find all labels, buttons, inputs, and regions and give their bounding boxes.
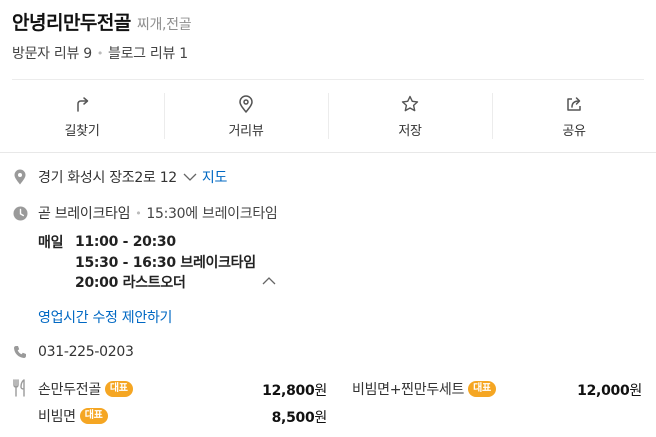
menu-item-name: 손만두전골 [38, 382, 101, 398]
share-icon [567, 96, 581, 111]
separator-dot: • [135, 206, 142, 220]
hours-day: 매일 [38, 235, 64, 251]
place-category: 찌개,전골 [136, 17, 192, 33]
price-value: 8,500 [271, 410, 315, 426]
hours-line-lastorder: 20:00 라스트오더 [38, 272, 256, 292]
save-label: 저장 [398, 123, 422, 139]
review-counts: 방문자 리뷰 9 • 블로그 리뷰 1 [12, 43, 188, 63]
hours-status-detail: 15:30에 브레이크타임 [146, 206, 278, 222]
phone-row: 031-225-0203 [12, 344, 134, 360]
signature-badge: 대표 [104, 381, 133, 397]
signature-badge: 대표 [79, 408, 108, 424]
visitor-review-link[interactable]: 방문자 리뷰 9 [12, 43, 92, 63]
hours-line-open: 매일 11:00 - 20:30 [38, 232, 256, 252]
clock-icon [12, 205, 28, 221]
menu-item-price: 12,800원 [262, 380, 327, 400]
menu-item-price: 8,500원 [271, 407, 328, 427]
directions-icon [77, 96, 89, 112]
star-icon [401, 95, 419, 111]
hours-break: 15:30 - 16:30 브레이크타임 [75, 255, 256, 271]
separator-dot: • [96, 46, 104, 60]
directions-button[interactable]: 길찾기 [0, 81, 164, 151]
menu-item[interactable]: 손만두전골 대표 [38, 379, 133, 399]
suggest-hours-edit-link[interactable]: 영업시간 수정 제안하기 [38, 307, 172, 327]
menu-item[interactable]: 비빔면+찐만두세트 대표 [352, 379, 496, 399]
menu-item-name: 비빔면+찐만두세트 [352, 382, 465, 398]
streetview-button[interactable]: 거리뷰 [164, 81, 328, 151]
blog-review-link[interactable]: 블로그 리뷰 1 [108, 43, 188, 63]
address-text: 경기 화성시 장조2로 12 [38, 170, 177, 186]
map-link[interactable]: 지도 [202, 167, 227, 187]
price-value: 12,800 [262, 383, 315, 399]
fork-knife-icon [13, 379, 25, 397]
hours-status: 곧 브레이크타임 [38, 206, 131, 222]
place-header: 안녕리만두전골 찌개,전골 [12, 8, 192, 35]
location-pin-icon [239, 94, 253, 113]
price-unit: 원 [629, 383, 642, 399]
save-button[interactable]: 저장 [328, 81, 492, 151]
menu-item-price: 12,000원 [577, 380, 642, 400]
place-name: 안녕리만두전골 [12, 12, 131, 34]
chevron-up-icon[interactable] [261, 275, 277, 287]
map-pin-icon [12, 169, 28, 185]
share-label: 공유 [562, 123, 586, 139]
hours-status-row: 곧 브레이크타임 • 15:30에 브레이크타임 [12, 203, 278, 223]
hours-last-order: 20:00 라스트오더 [75, 275, 186, 291]
phone-number[interactable]: 031-225-0203 [38, 344, 134, 360]
hours-open: 11:00 - 20:30 [75, 234, 176, 250]
menu-item[interactable]: 비빔면 대표 [38, 406, 108, 426]
hours-line-break: 15:30 - 16:30 브레이크타임 [38, 252, 256, 272]
price-unit: 원 [314, 410, 327, 426]
streetview-label: 거리뷰 [228, 123, 264, 139]
directions-label: 길찾기 [64, 123, 100, 139]
address-row: 경기 화성시 장조2로 12 지도 [12, 167, 227, 187]
signature-badge: 대표 [468, 381, 496, 397]
menu-item-name: 비빔면 [38, 409, 76, 425]
phone-icon [12, 344, 28, 360]
divider [0, 152, 656, 153]
action-bar: 길찾기 거리뷰 저장 공유 [0, 81, 656, 151]
hours-detail: 매일 11:00 - 20:30 15:30 - 16:30 브레이크타임 20… [38, 232, 256, 292]
share-button[interactable]: 공유 [492, 81, 656, 151]
price-unit: 원 [314, 383, 327, 399]
price-value: 12,000 [577, 383, 630, 399]
divider [12, 79, 644, 80]
chevron-down-icon[interactable] [182, 171, 198, 183]
